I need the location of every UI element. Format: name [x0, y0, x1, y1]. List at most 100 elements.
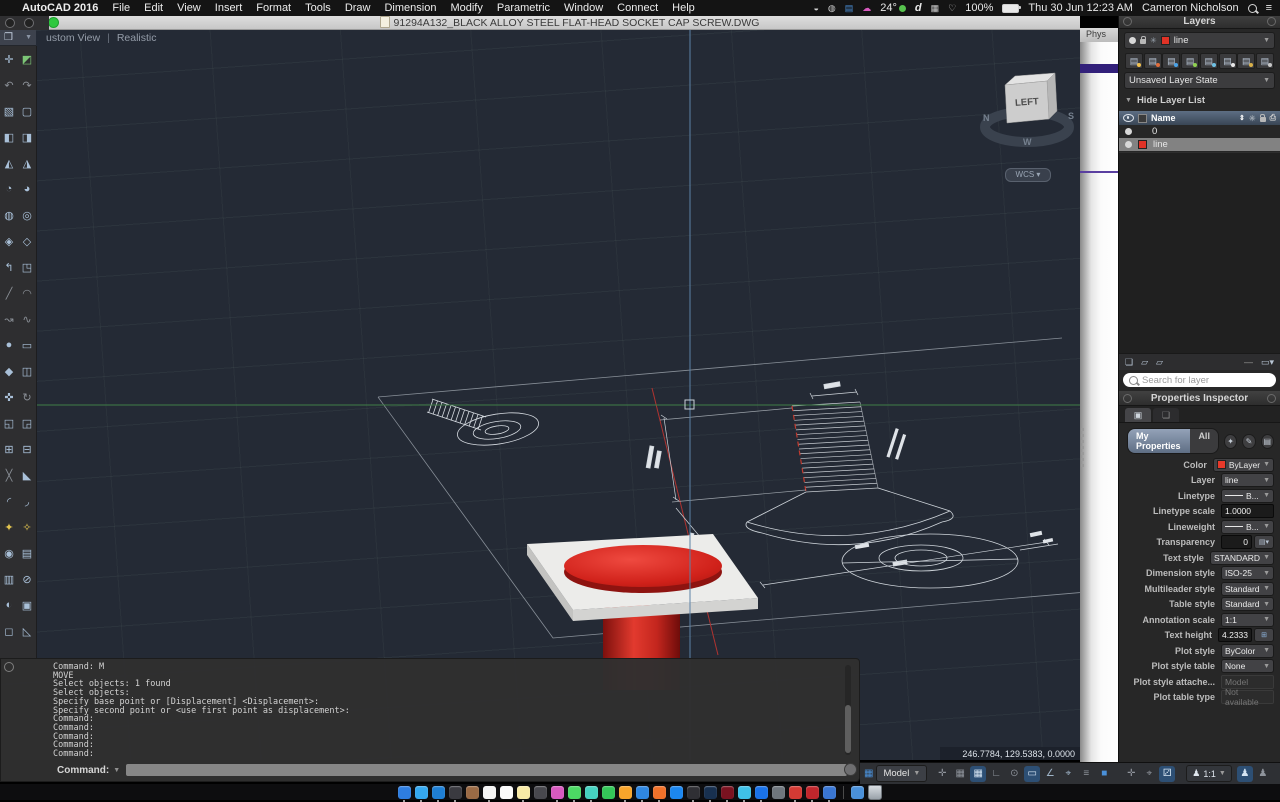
tool-icon-36[interactable]: ◞: [18, 488, 36, 514]
compass-south[interactable]: S: [1068, 111, 1074, 121]
tool-icon-38[interactable]: ✧: [18, 514, 36, 540]
app-name[interactable]: AutoCAD 2016: [22, 2, 98, 14]
dock-app-dark-app[interactable]: [687, 786, 700, 799]
layer-tool-icon-6[interactable]: ▤: [1219, 53, 1237, 69]
chevron-down-icon[interactable]: ▼: [25, 34, 32, 41]
hidden-palette-title[interactable]: Phys: [1080, 28, 1118, 42]
wifi-icon[interactable]: ♡: [948, 3, 956, 14]
palette-collapse-button[interactable]: [24, 18, 34, 28]
menu-modify[interactable]: Modify: [450, 2, 482, 14]
viewport-style-label[interactable]: Realistic: [117, 32, 157, 44]
layer-tool-icon-3[interactable]: ▤: [1162, 53, 1180, 69]
tool-icon-30[interactable]: ◲: [18, 410, 36, 436]
dock-app-maps[interactable]: [585, 786, 598, 799]
dock-app-v-app[interactable]: [721, 786, 734, 799]
tool-icon-11[interactable]: ◔: [0, 176, 18, 202]
tool-icon-41[interactable]: ▥: [0, 566, 18, 592]
tool-icon-28[interactable]: ↻: [18, 384, 36, 410]
tool-icon-31[interactable]: ⊞: [0, 436, 18, 462]
printer-icon[interactable]: ⎙: [1270, 113, 1276, 123]
tool-icon-25[interactable]: ◆: [0, 358, 18, 384]
transparency-input[interactable]: 0: [1221, 535, 1252, 549]
layer-tool-icon-8[interactable]: ▤: [1256, 53, 1274, 69]
dock-app-messages[interactable]: [568, 786, 581, 799]
property-dropdown[interactable]: ByLayer▼: [1213, 458, 1274, 472]
tool-icon-35[interactable]: ◜: [0, 488, 18, 514]
statusbar-annotation-visibility-toggle[interactable]: ♟: [1255, 766, 1271, 782]
layer-status-dot[interactable]: [1125, 128, 1132, 135]
tool-icon-39[interactable]: ◉: [0, 540, 18, 566]
tool-icon-1[interactable]: ✛: [0, 46, 18, 72]
tool-icon-3[interactable]: ↶: [0, 72, 18, 98]
statusbar-annotation-scale-sync-toggle[interactable]: ♟: [1237, 766, 1253, 782]
tool-icon-8[interactable]: ◨: [18, 124, 36, 150]
dock-app-acrobat[interactable]: [789, 786, 802, 799]
tool-icon-34[interactable]: ◣: [18, 462, 36, 488]
viewcube[interactable]: N W S LEFT WCS ▾: [975, 55, 1080, 185]
new-group-icon[interactable]: ▱: [1141, 357, 1148, 368]
layers-close-button[interactable]: [1123, 17, 1132, 26]
tool-icon-22[interactable]: ∿: [18, 306, 36, 332]
statusbar-angle-toggle[interactable]: ∠: [1042, 766, 1058, 782]
statusbar-grid-display-toggle[interactable]: ▦: [952, 766, 968, 782]
property-dropdown[interactable]: line▼: [1221, 473, 1274, 487]
statusbar-dynamic-input-toggle[interactable]: ▭: [1024, 766, 1040, 782]
chevron-down-icon[interactable]: ▼: [113, 767, 120, 774]
layer-row-0[interactable]: 0: [1119, 125, 1280, 138]
dock-app-safari[interactable]: [415, 786, 428, 799]
viewcube-face-label[interactable]: LEFT: [1015, 96, 1040, 109]
command-panel-resize-button[interactable]: [844, 763, 857, 776]
dock-app-gray-app[interactable]: [772, 786, 785, 799]
menu-view[interactable]: View: [177, 2, 201, 14]
statusbar-zoom-toggle[interactable]: ⌖: [1141, 766, 1157, 782]
minimize-icon[interactable]: —: [1244, 357, 1253, 367]
delete-group-icon[interactable]: ▱: [1156, 357, 1163, 368]
command-input[interactable]: [126, 764, 847, 776]
statusbar-orbit-toggle[interactable]: ⚂: [1159, 766, 1175, 782]
tool-icon-17[interactable]: ↰: [0, 254, 18, 280]
window-close-button[interactable]: [48, 17, 59, 28]
annotation-scale-button[interactable]: ♟ 1:1 ▼: [1186, 765, 1232, 782]
tool-icon-20[interactable]: ◠: [18, 280, 36, 306]
inspector-close-button[interactable]: [1123, 394, 1132, 403]
tool-icon-9[interactable]: ◭: [0, 150, 18, 176]
tool-icon-12[interactable]: ◕: [18, 176, 36, 202]
layer-state-dropdown[interactable]: Unsaved Layer State ▼: [1124, 72, 1275, 89]
inspector-collapse-button[interactable]: [1267, 394, 1276, 403]
property-dropdown[interactable]: B...▼: [1221, 489, 1274, 503]
document-title-bar[interactable]: 91294A132_BLACK ALLOY STEEL FLAT-HEAD SO…: [44, 16, 1080, 30]
command-scrollbar[interactable]: [845, 665, 851, 755]
tool-icon-32[interactable]: ⊟: [18, 436, 36, 462]
sort-icon[interactable]: ⇕: [1239, 114, 1245, 122]
property-dropdown[interactable]: ByColor▼: [1221, 644, 1274, 658]
layer-tool-icon-2[interactable]: ▤: [1144, 53, 1162, 69]
statusbar-object-snap-toggle[interactable]: ⌖: [1060, 766, 1076, 782]
lock-column-icon[interactable]: [1260, 117, 1266, 122]
dock-app-finder[interactable]: [398, 786, 411, 799]
layer-tool-icon-1[interactable]: ▤: [1125, 53, 1143, 69]
statusbar-pan-toggle[interactable]: ✛: [1123, 766, 1139, 782]
statusbar-selection-cycling-toggle[interactable]: ■: [1096, 766, 1112, 782]
property-dropdown[interactable]: ISO-25▼: [1221, 566, 1274, 580]
layers-collapse-button[interactable]: [1267, 17, 1276, 26]
d-icon[interactable]: d: [915, 2, 922, 14]
menu-draw[interactable]: Draw: [345, 2, 371, 14]
layer-status-dot[interactable]: [1125, 141, 1132, 148]
layer-row-line[interactable]: line: [1119, 138, 1280, 151]
dock-app-keynote[interactable]: [636, 786, 649, 799]
property-dropdown[interactable]: Standard▼: [1221, 597, 1274, 611]
dock-app-reminders[interactable]: [500, 786, 513, 799]
command-line-panel[interactable]: Command: MMOVESelect objects: 1 foundSel…: [0, 658, 860, 782]
menu-clock[interactable]: Thu 30 Jun 12:23 AM: [1028, 2, 1133, 14]
tool-icon-18[interactable]: ◳: [18, 254, 36, 280]
wcs-menu[interactable]: WCS ▾: [1005, 168, 1051, 182]
tool-icon-6[interactable]: ▢: [18, 98, 36, 124]
layers-palette-titlebar[interactable]: Layers: [1119, 14, 1280, 29]
menu-dimension[interactable]: Dimension: [384, 2, 436, 14]
status-icon-1[interactable]: ◒: [813, 3, 818, 13]
statusbar-grid-toggle[interactable]: ▦: [970, 766, 986, 782]
dock-app-launchpad[interactable]: [534, 786, 547, 799]
tool-icon-43[interactable]: ◐: [0, 592, 18, 618]
text-height-input[interactable]: 4.2333: [1218, 628, 1252, 642]
dock-app-calendar[interactable]: [483, 786, 496, 799]
